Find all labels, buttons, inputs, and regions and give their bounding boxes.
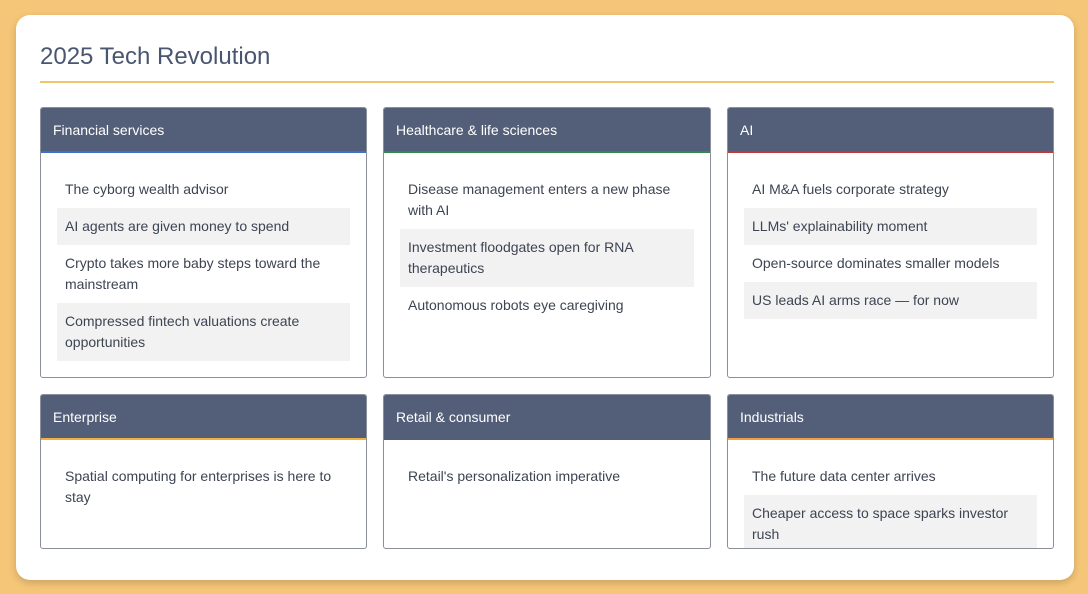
section-topic-list: The cyborg wealth advisor AI agents are g… <box>41 153 366 361</box>
topic-item[interactable]: Disease management enters a new phase wi… <box>400 173 694 229</box>
page-card: 2025 Tech Revolution Financial services T… <box>16 15 1074 580</box>
topic-item[interactable]: US leads AI arms race — for now <box>744 282 1037 319</box>
section-header[interactable]: Healthcare & life sciences <box>384 108 710 153</box>
section-topic-list: AI M&A fuels corporate strategy LLMs' exp… <box>728 153 1053 319</box>
section-card-enterprise: Enterprise Spatial computing for enterpri… <box>40 394 367 549</box>
topic-item[interactable]: Retail's personalization imperative <box>400 460 694 495</box>
section-topic-list: Retail's personalization imperative <box>384 440 710 495</box>
sections-grid: Financial services The cyborg wealth advi… <box>40 107 1054 549</box>
topic-item[interactable]: LLMs' explainability moment <box>744 208 1037 245</box>
topic-item[interactable]: Investment floodgates open for RNA thera… <box>400 229 694 287</box>
section-topic-list: Disease management enters a new phase wi… <box>384 153 710 324</box>
section-card-financial-services: Financial services The cyborg wealth advi… <box>40 107 367 378</box>
topic-item[interactable]: AI M&A fuels corporate strategy <box>744 173 1037 208</box>
section-header[interactable]: Retail & consumer <box>384 395 710 440</box>
topic-item[interactable]: Compressed fintech valuations create opp… <box>57 303 350 361</box>
topic-item[interactable]: Cheaper access to space sparks investor … <box>744 495 1037 548</box>
page-title: 2025 Tech Revolution <box>40 43 271 70</box>
section-header[interactable]: AI <box>728 108 1053 153</box>
section-card-retail-and-consumer: Retail & consumer Retail's personalizatio… <box>383 394 711 549</box>
section-card-industrials: Industrials The future data center arrive… <box>727 394 1054 549</box>
section-card-healthcare-and-life-sciences: Healthcare & life sciences Disease manage… <box>383 107 711 378</box>
title-divider <box>40 81 1054 83</box>
topic-item[interactable]: The cyborg wealth advisor <box>57 173 350 208</box>
section-topic-list: The future data center arrives Cheaper ac… <box>728 440 1053 548</box>
section-header[interactable]: Enterprise <box>41 395 366 440</box>
section-card-ai: AI AI M&A fuels corporate strategy LLMs' e… <box>727 107 1054 378</box>
section-header[interactable]: Financial services <box>41 108 366 153</box>
section-topic-list: Spatial computing for enterprises is her… <box>41 440 366 516</box>
topic-item[interactable]: Crypto takes more baby steps toward the … <box>57 245 350 303</box>
topic-item[interactable]: Open-source dominates smaller models <box>744 245 1037 282</box>
topic-item[interactable]: AI agents are given money to spend <box>57 208 350 245</box>
topic-item[interactable]: Autonomous robots eye caregiving <box>400 287 694 324</box>
topic-item[interactable]: The future data center arrives <box>744 460 1037 495</box>
section-header[interactable]: Industrials <box>728 395 1053 440</box>
topic-item[interactable]: Spatial computing for enterprises is her… <box>57 460 350 516</box>
